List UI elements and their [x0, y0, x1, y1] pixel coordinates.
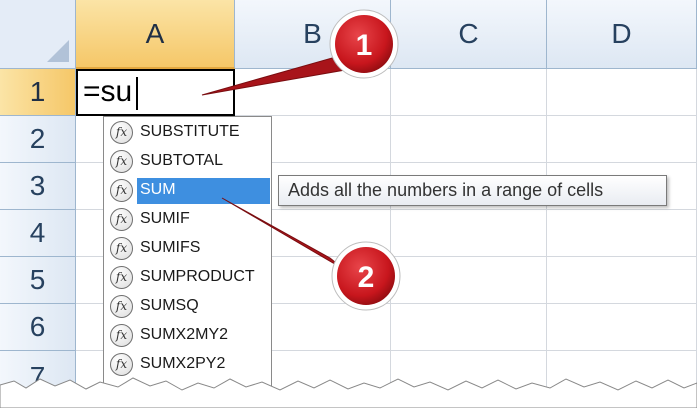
function-name: SUMSQ: [140, 297, 199, 314]
autocomplete-item-sumproduct[interactable]: fx SUMPRODUCT: [106, 264, 269, 292]
function-name: SUMIF: [140, 210, 190, 227]
autocomplete-item-sumx2py2[interactable]: fx SUMX2PY2: [106, 351, 269, 379]
function-icon: fx: [110, 266, 133, 289]
column-header-b[interactable]: B: [235, 0, 391, 69]
function-name: SUMIFS: [140, 239, 201, 256]
function-name: SUMX2MY2: [140, 326, 229, 343]
select-all-triangle: [47, 40, 69, 62]
grid-cell[interactable]: [391, 304, 547, 351]
autocomplete-item-sumsq[interactable]: fx SUMSQ: [106, 293, 269, 321]
grid-cell[interactable]: [547, 210, 697, 257]
autocomplete-item-subtotal[interactable]: fx SUBTOTAL: [106, 148, 269, 176]
function-icon: fx: [110, 237, 133, 260]
autocomplete-item-sumif[interactable]: fx SUMIF: [106, 206, 269, 234]
row-header-4[interactable]: 4: [0, 210, 76, 257]
autocomplete-item-sumx2my2[interactable]: fx SUMX2MY2: [106, 322, 269, 350]
grid-cell[interactable]: [391, 116, 547, 163]
cell-formula-text: =su: [83, 75, 133, 108]
function-name: SUBTOTAL: [140, 152, 223, 169]
active-cell-a1[interactable]: =su: [76, 69, 235, 116]
text-cursor: [136, 77, 138, 110]
autocomplete-item-substitute[interactable]: fx SUBSTITUTE: [106, 119, 269, 147]
row-header-5[interactable]: 5: [0, 257, 76, 304]
column-header-a[interactable]: A: [76, 0, 235, 69]
function-icon: fx: [110, 295, 133, 318]
function-icon: fx: [110, 208, 133, 231]
grid-cell[interactable]: [547, 116, 697, 163]
function-icon: fx: [110, 324, 133, 347]
grid-cell[interactable]: [235, 69, 391, 116]
function-icon: fx: [110, 150, 133, 173]
function-name: SUBSTITUTE: [140, 123, 240, 140]
row-header-6[interactable]: 6: [0, 304, 76, 351]
function-name: SUMPRODUCT: [140, 268, 255, 285]
row-header-7[interactable]: 7: [0, 351, 76, 408]
row-header-3[interactable]: 3: [0, 163, 76, 210]
tooltip-text: Adds all the numbers in a range of cells: [288, 180, 604, 200]
grid-cell[interactable]: [547, 304, 697, 351]
grid-cell[interactable]: [547, 351, 697, 408]
function-icon: fx: [110, 353, 133, 376]
grid-cell[interactable]: [391, 257, 547, 304]
column-header-d[interactable]: D: [547, 0, 697, 69]
autocomplete-item-sum[interactable]: fx SUM: [106, 177, 270, 205]
function-icon: fx: [110, 121, 133, 144]
row-header-1[interactable]: 1: [0, 69, 76, 116]
select-all-corner[interactable]: [0, 0, 76, 69]
grid-cell[interactable]: [391, 210, 547, 257]
function-tooltip: Adds all the numbers in a range of cells: [278, 175, 667, 206]
function-name: SUMX2PY2: [140, 355, 226, 372]
function-name: SUM: [140, 181, 176, 198]
function-autocomplete-list[interactable]: fx SUBSTITUTE fx SUBTOTAL fx SUM fx SUMI…: [103, 116, 272, 408]
function-icon: fx: [110, 179, 133, 202]
grid-cell[interactable]: [391, 69, 547, 116]
autocomplete-item-sumifs[interactable]: fx SUMIFS: [106, 235, 269, 263]
grid-cell[interactable]: [547, 257, 697, 304]
grid-cell[interactable]: [391, 351, 547, 408]
column-header-c[interactable]: C: [391, 0, 547, 69]
row-header-2[interactable]: 2: [0, 116, 76, 163]
grid-cell[interactable]: [547, 69, 697, 116]
